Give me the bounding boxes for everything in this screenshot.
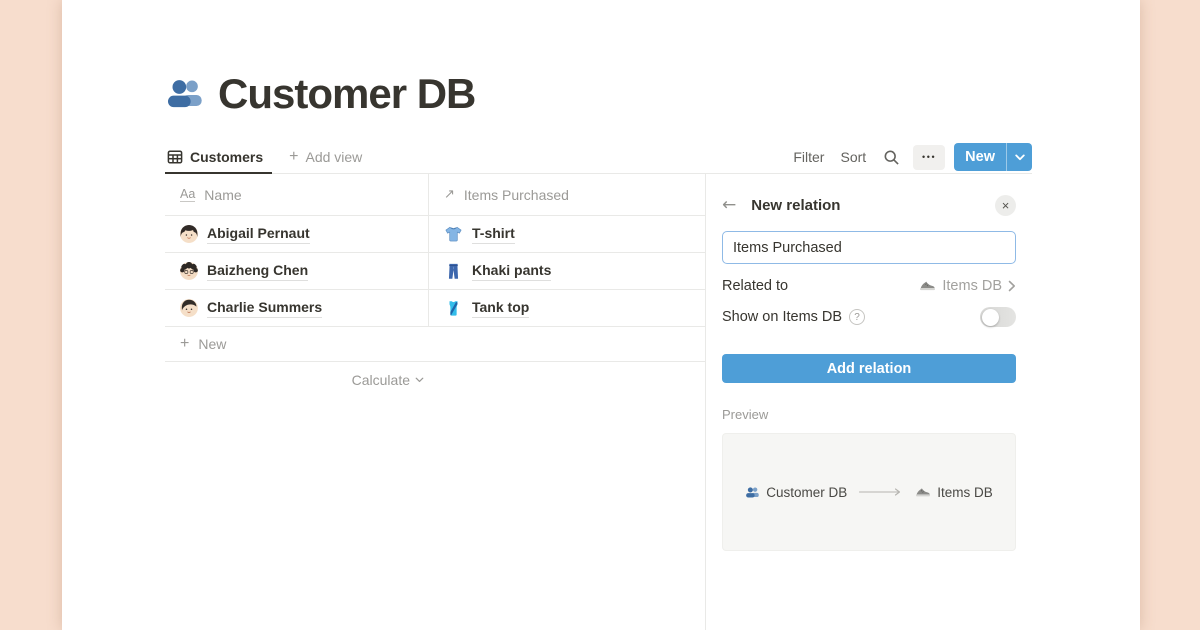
new-row-label: New <box>198 336 226 352</box>
long-arrow-right-icon <box>858 487 904 497</box>
new-row-button[interactable]: + New <box>165 327 705 362</box>
running-shirt-icon <box>444 299 463 318</box>
t-shirt-icon <box>444 225 463 244</box>
item-cell[interactable]: Khaki pants <box>428 253 705 289</box>
running-shoe-icon <box>915 484 931 500</box>
preview-label: Preview <box>722 407 1016 422</box>
plus-icon: + <box>180 336 189 352</box>
boy-side-part-avatar <box>180 299 198 317</box>
column-name-label: Name <box>204 187 241 203</box>
relation-preview-box: Customer DB Items DB <box>722 433 1016 551</box>
related-db-name: Items DB <box>942 278 1002 294</box>
tab-customers-label: Customers <box>190 149 263 165</box>
item-name[interactable]: Tank top <box>472 298 529 317</box>
search-icon <box>883 149 900 166</box>
add-relation-button[interactable]: Add relation <box>722 354 1016 383</box>
close-icon: × <box>1002 199 1010 212</box>
sort-button[interactable]: Sort <box>840 149 866 165</box>
chevron-right-icon <box>1008 280 1016 292</box>
database-toolbar: Filter Sort ••• New <box>777 143 1032 171</box>
name-cell[interactable]: Abigail Pernaut <box>165 216 428 252</box>
table-header-row: Aa Name ↗ Items Purchased <box>165 174 705 216</box>
relation-name-input[interactable] <box>722 231 1016 264</box>
new-record-button[interactable]: New <box>954 143 1032 171</box>
boy-curly-hair-avatar <box>180 262 198 280</box>
people-icon <box>745 485 760 500</box>
add-view-label: Add view <box>305 149 362 165</box>
jeans-icon <box>444 262 463 281</box>
more-options-button[interactable]: ••• <box>913 145 945 170</box>
preview-source: Customer DB <box>745 485 847 500</box>
search-button[interactable] <box>883 149 900 166</box>
customer-name[interactable]: Charlie Summers <box>207 298 322 317</box>
new-record-dropdown[interactable] <box>1006 143 1032 171</box>
item-cell[interactable]: Tank top <box>428 290 705 326</box>
add-view-button[interactable]: + Add view <box>289 149 362 165</box>
customers-table: Aa Name ↗ Items Purchased <box>165 174 705 388</box>
toggle-knob <box>982 309 999 326</box>
table-row: Abigail Pernaut T-shirt <box>165 216 705 253</box>
preview-target-label: Items DB <box>937 485 993 500</box>
related-to-row[interactable]: Related to Items DB <box>722 277 1016 294</box>
table-row: Charlie Summers Tank top <box>165 290 705 327</box>
related-to-label: Related to <box>722 278 788 294</box>
help-icon[interactable]: ? <box>849 309 865 325</box>
panel-title: New relation <box>751 197 840 214</box>
girl-dark-bob-avatar <box>180 225 198 243</box>
plus-icon: + <box>289 149 298 165</box>
filter-button[interactable]: Filter <box>793 149 824 165</box>
preview-target: Items DB <box>915 484 993 500</box>
customer-name[interactable]: Abigail Pernaut <box>207 224 310 243</box>
name-cell[interactable]: Baizheng Chen <box>165 253 428 289</box>
panel-header: ← New relation × <box>722 195 1016 216</box>
item-cell[interactable]: T-shirt <box>428 216 705 252</box>
item-name[interactable]: T-shirt <box>472 224 515 243</box>
column-header-items-purchased[interactable]: ↗ Items Purchased <box>428 174 705 215</box>
running-shoe-icon <box>919 277 936 294</box>
view-tab-bar: Customers + Add view Filter Sort ••• N <box>165 141 1032 174</box>
show-on-row: Show on Items DB ? <box>722 307 1016 327</box>
relation-arrow-icon: ↗ <box>444 187 455 202</box>
column-items-label: Items Purchased <box>464 187 569 203</box>
close-button[interactable]: × <box>995 195 1016 216</box>
new-record-label: New <box>954 143 1006 171</box>
table-row: Baizheng Chen Khaki pants <box>165 253 705 290</box>
show-on-toggle[interactable] <box>980 307 1016 327</box>
calculate-label: Calculate <box>352 372 410 388</box>
people-icon <box>165 74 205 114</box>
show-on-label: Show on Items DB <box>722 309 842 325</box>
table-view-icon <box>167 149 183 165</box>
notion-page-card: Customer DB Customers + Add view Filter … <box>62 0 1140 630</box>
name-cell[interactable]: Charlie Summers <box>165 290 428 326</box>
item-name[interactable]: Khaki pants <box>472 261 551 280</box>
tab-customers[interactable]: Customers <box>165 141 272 174</box>
column-header-name[interactable]: Aa Name <box>165 174 428 215</box>
text-property-icon: Aa <box>180 187 195 202</box>
customer-name[interactable]: Baizheng Chen <box>207 261 308 280</box>
chevron-down-icon <box>1015 154 1025 161</box>
related-to-value[interactable]: Items DB <box>919 277 1016 294</box>
calculate-dropdown[interactable]: Calculate <box>165 372 428 388</box>
ellipsis-icon: ••• <box>922 152 936 162</box>
page-title: Customer DB <box>218 70 475 118</box>
page-header: Customer DB <box>165 70 475 118</box>
new-relation-panel: ← New relation × Related to Items DB <box>705 174 1032 630</box>
back-arrow-icon[interactable]: ← <box>722 197 736 214</box>
chevron-down-icon <box>415 377 424 383</box>
preview-source-label: Customer DB <box>766 485 847 500</box>
